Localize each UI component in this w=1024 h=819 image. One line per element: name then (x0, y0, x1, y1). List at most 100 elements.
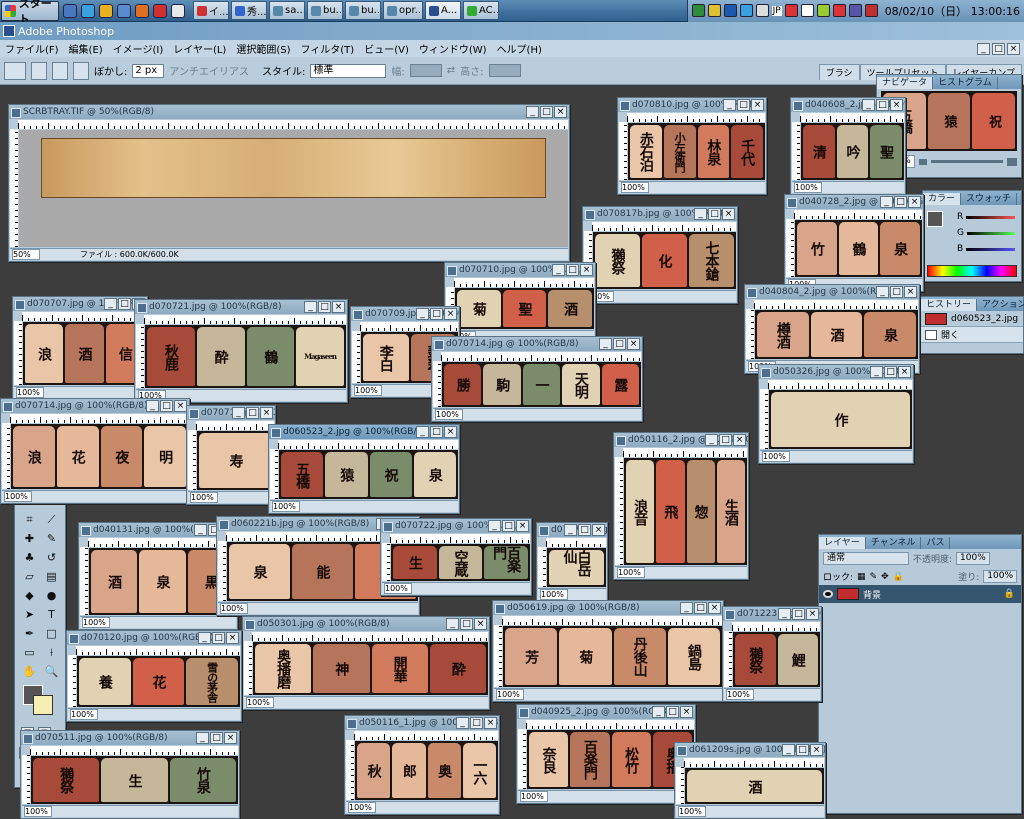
document-zoom[interactable]: 100% (220, 603, 248, 614)
channel-slider[interactable] (966, 231, 1015, 235)
maximize-button[interactable]: □ (460, 618, 473, 630)
pen-tool-icon[interactable]: ✒ (20, 625, 39, 642)
fill-input[interactable]: 100% (983, 570, 1017, 583)
minimize-button[interactable]: _ (196, 732, 209, 744)
taskbar-button[interactable]: A... (425, 1, 461, 20)
maximize-button[interactable]: □ (118, 298, 131, 310)
document-zoom[interactable]: 100% (70, 709, 98, 720)
document-zoom[interactable]: 100% (794, 182, 822, 193)
minimize-button[interactable]: _ (705, 434, 718, 446)
maximize-button[interactable]: □ (613, 338, 626, 350)
close-button[interactable]: × (680, 706, 693, 718)
document-canvas[interactable]: 養 花 雪の茅舎 (77, 656, 240, 707)
document-canvas[interactable]: 奥播磨 神 開華 酔 (253, 642, 488, 695)
document-window[interactable]: d050116_1.jpg @ 100%(RGB/8) _ □ × 秋 郎 奥 一六 100% (344, 715, 500, 815)
document-zoom[interactable]: 100% (4, 491, 32, 502)
document-canvas[interactable]: 獺祭 化 七本鎗 (593, 232, 736, 289)
start-button[interactable]: スタート (1, 0, 59, 26)
palette-tab[interactable]: カラー (923, 193, 962, 205)
document-zoom[interactable]: 50% (12, 249, 40, 260)
document-window[interactable]: d040804_2.jpg @ 100%(RGB/8)_□×樽酒酒泉100% (744, 284, 920, 374)
document-title-bar[interactable]: d050326.jpg @ 100%(RGB/8) _ □ × (759, 365, 913, 379)
document-title-bar[interactable]: d040925_2.jpg @ 100%(RGB/8) _ □ × (517, 705, 695, 719)
zoom-out-icon[interactable] (918, 158, 927, 165)
menu-item[interactable]: フィルタ(T) (295, 41, 359, 56)
document-zoom[interactable]: 100% (540, 589, 568, 600)
document-title-bar[interactable]: d070120.jpg @ 100%(RGB/8) _ □ × (67, 631, 241, 645)
document-canvas[interactable]: 樽酒 酒 泉 (755, 310, 918, 359)
document-window[interactable]: d050326.jpg @ 100%(RGB/8) _ □ × 作 100% (758, 364, 914, 464)
document-zoom[interactable]: 100% (190, 492, 218, 503)
document-window[interactable]: d070120.jpg @ 100%(RGB/8) _ □ × 養 花 雪の茅舎 100% (66, 630, 242, 722)
document-title-bar[interactable]: d040608_2.jpg @ 100%(RGB/8)_□× (791, 98, 905, 112)
document-canvas[interactable]: 五橋 猿 祝 泉 (279, 450, 458, 499)
lock-brush-icon[interactable]: ✎ (870, 572, 878, 582)
document-zoom[interactable]: 100% (16, 387, 44, 398)
close-button[interactable]: × (224, 732, 237, 744)
add-selection-icon[interactable] (52, 61, 68, 80)
document-canvas[interactable]: 寿 (197, 431, 274, 490)
document-canvas[interactable]: 獺祭 鯉 (733, 632, 820, 687)
maximize-button[interactable]: □ (884, 366, 897, 378)
swap-icon[interactable]: ⇄ (447, 65, 455, 76)
close-button[interactable]: × (260, 407, 273, 419)
maximize-button[interactable]: □ (210, 732, 223, 744)
document-title-bar[interactable]: d050619.jpg @ 100%(RGB/8) _ □ × (493, 601, 723, 615)
tray-icon[interactable] (723, 4, 737, 17)
shape-tool-icon[interactable]: □ (42, 625, 61, 642)
close-button[interactable]: × (898, 366, 911, 378)
clock[interactable]: 08/02/10（日） 13:00:16 (885, 3, 1020, 19)
document-zoom[interactable]: 100% (496, 689, 524, 700)
document-canvas[interactable]: 清吟聖 (801, 123, 904, 180)
eyedropper-icon[interactable]: ⟊ (42, 644, 61, 661)
new-selection-icon[interactable] (31, 61, 47, 80)
close-button[interactable]: × (516, 520, 529, 532)
document-title-bar[interactable]: d070511.jpg @ 100%(RGB/8) _ □ × (21, 731, 239, 745)
minimize-button[interactable]: _ (782, 744, 795, 756)
minimize-button[interactable]: _ (446, 618, 459, 630)
maximize-button[interactable]: □ (540, 106, 553, 118)
maximize-button[interactable]: □ (796, 744, 809, 756)
ie-icon[interactable] (81, 3, 95, 18)
document-window[interactable]: SCRBTRAY.TIF @ 50%(RGB/8) _ □ × 50% ファイル : 60… (8, 104, 570, 262)
document-title-bar[interactable]: d070709.jpg @ 100%(RGB/8)_□× (351, 307, 459, 321)
document-title-bar[interactable]: d040728_2.jpg @ 100%(RGB/8)_□× (785, 195, 923, 209)
lock-all-icon[interactable]: 🔒 (893, 572, 904, 582)
taskbar-button[interactable]: bu... (307, 1, 343, 20)
minimize-button[interactable]: _ (304, 301, 317, 313)
app-icon[interactable] (171, 3, 185, 18)
notes-tool-icon[interactable]: ▭ (20, 644, 39, 661)
minimize-button[interactable]: _ (194, 524, 207, 536)
document-title-bar[interactable]: d070810.jpg @ 100%(RGB/8) _ □ × (618, 98, 766, 112)
close-button[interactable]: × (444, 426, 457, 438)
maximize-button[interactable]: □ (894, 196, 907, 208)
crop-tool-icon[interactable]: ⌗ (20, 511, 39, 528)
minimize-button[interactable]: _ (232, 407, 245, 419)
lock-move-icon[interactable]: ✥ (881, 572, 889, 582)
document-title-bar[interactable]: d070710.jpg @ 100%(RGB/8) _ □ × (445, 263, 595, 277)
minimize-button[interactable]: _ (456, 717, 469, 729)
taskbar-button[interactable]: 秀... (231, 1, 267, 20)
document-window[interactable]: d070722.jpg @ 100%(RGB/8) _ □ × 生 空蔵 百楽門 100% (380, 518, 532, 596)
close-button[interactable]: × (722, 208, 735, 220)
menu-item[interactable]: イメージ(I) (108, 41, 169, 56)
opacity-input[interactable]: 100% (956, 552, 990, 565)
width-input[interactable] (409, 64, 442, 77)
feather-input[interactable]: 2 px (132, 63, 165, 78)
height-input[interactable] (488, 64, 521, 77)
document-canvas[interactable]: 勝 駒 一 天明 露 (442, 362, 641, 407)
document-zoom[interactable]: 100% (24, 806, 52, 817)
minimize-button[interactable]: _ (416, 426, 429, 438)
taskbar-button[interactable]: イ... (193, 1, 229, 20)
document-canvas[interactable]: 浪酒信 (23, 322, 146, 385)
maximize-button[interactable]: □ (737, 99, 750, 111)
color-fg-swatch[interactable] (927, 211, 943, 227)
document-window[interactable]: d050116_2.jpg @ 100%(RGB/8)_□× 浪音飛惣生酒 100% (613, 432, 749, 580)
palette-tab[interactable]: ナビゲータ (877, 77, 934, 89)
document-window[interactable]: d050619.jpg @ 100%(RGB/8) _ □ × 芳 菊 丹後山 鍋島 100% (492, 600, 724, 702)
menu-item[interactable]: 編集(E) (64, 41, 108, 56)
document-canvas[interactable]: 生 空蔵 百楽門 (391, 544, 530, 581)
document-canvas[interactable] (19, 130, 568, 247)
document-zoom[interactable]: 100% (384, 583, 412, 594)
document-title-bar[interactable]: d060523_2.jpg @ 100%(RGB/8) _ □ × (269, 425, 459, 439)
